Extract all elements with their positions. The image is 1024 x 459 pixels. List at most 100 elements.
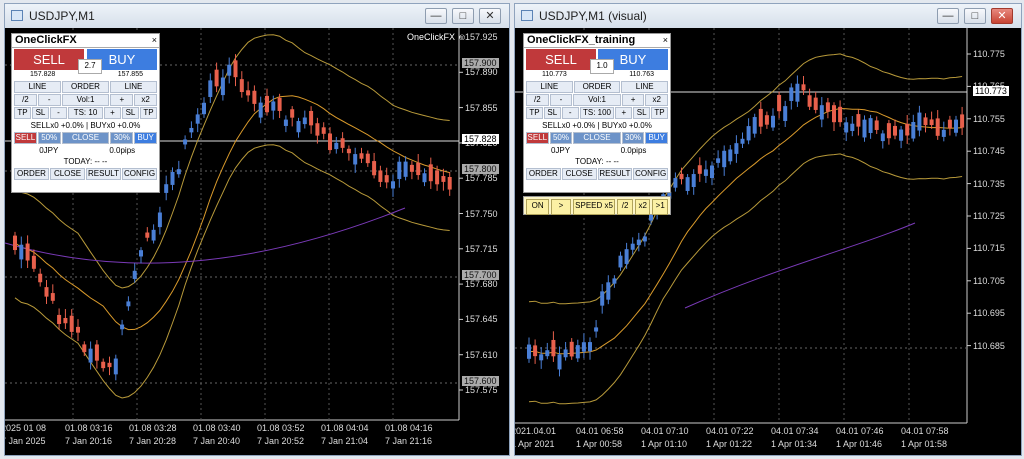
candle-body (905, 123, 910, 136)
minimize-button[interactable]: — (425, 8, 447, 24)
candle-body (309, 110, 314, 126)
sell-sl-button[interactable]: SL (543, 107, 561, 119)
buy-sl-button[interactable]: SL (122, 107, 139, 119)
close-sell-button[interactable]: SELL (14, 132, 37, 144)
time-label-bottom: 1 Apr 00:58 (576, 439, 623, 449)
close-buy-button[interactable]: BUY (134, 132, 158, 144)
order-tab[interactable]: ORDER (526, 168, 561, 180)
replay-on-button[interactable]: ON (526, 199, 550, 215)
close-30-button[interactable]: 30% (110, 132, 134, 144)
trailing-stop-field[interactable]: TS: 100 (579, 107, 615, 119)
slow-moving-average (5, 207, 406, 264)
panel-close-icon[interactable]: × (152, 34, 157, 47)
buy-line-button[interactable]: LINE (110, 81, 157, 93)
speed-one-button[interactable]: >1 (652, 199, 668, 215)
sell-button[interactable]: SELL (14, 49, 84, 70)
close-50-button[interactable]: 50% (37, 132, 61, 144)
close-button[interactable]: ✕ (991, 8, 1013, 24)
close-30-button[interactable]: 30% (621, 132, 645, 144)
close-buy-button[interactable]: BUY (645, 132, 668, 144)
close-all-button[interactable]: CLOSE (573, 132, 621, 144)
candle-body (271, 101, 276, 111)
candle-body (642, 236, 647, 242)
replay-step-button[interactable]: > (551, 199, 571, 215)
left-window-title: USDJPY,M1 (29, 9, 95, 23)
candle-body (328, 133, 332, 151)
speed-double-button[interactable]: x2 (634, 199, 651, 215)
result-tab[interactable]: RESULT (86, 168, 121, 180)
close-sell-button[interactable]: SELL (526, 132, 549, 144)
candle-body (581, 342, 586, 352)
order-tab[interactable]: ORDER (14, 168, 49, 180)
speed-half-button[interactable]: /2 (617, 199, 633, 215)
sell-line-button[interactable]: LINE (526, 81, 573, 93)
candle-body (315, 123, 320, 136)
left-price-chart[interactable]: OneClickFX ☺ 157.925 157.890 157.855 157.82… (5, 28, 509, 455)
candle-body (384, 175, 389, 183)
vol-plus-button[interactable]: + (621, 94, 645, 106)
price-level-label: 157.750 (465, 208, 498, 219)
candle-body (728, 149, 733, 162)
candle-body (164, 184, 169, 193)
order-button[interactable]: ORDER (62, 81, 109, 93)
candle-body (758, 108, 763, 127)
left-title-bar[interactable]: USDJPY,M1 — □ ✕ (5, 4, 509, 28)
vol-double-button[interactable]: x2 (645, 94, 668, 106)
close-tab[interactable]: CLOSE (561, 168, 597, 180)
vol-minus-button[interactable]: - (549, 94, 573, 106)
candle-body (208, 80, 213, 97)
candle-body (954, 119, 958, 133)
ts-plus-button[interactable]: + (104, 107, 121, 119)
sell-tp-button[interactable]: TP (14, 107, 31, 119)
time-label-top: 01.08 03:16 (65, 423, 113, 433)
panel-title: OneClickFX_training × (524, 34, 670, 48)
candle-body (447, 176, 452, 190)
config-tab[interactable]: CONFIG (122, 168, 157, 180)
time-label-bottom: 7 Jan 2025 (5, 436, 46, 446)
time-label-bottom: 1 Apr 01:58 (901, 439, 948, 449)
buy-tp-button[interactable]: TP (140, 107, 157, 119)
right-title-bar[interactable]: USDJPY,M1 (visual) — □ ✕ (515, 4, 1021, 28)
sell-sl-button[interactable]: SL (32, 107, 49, 119)
candle-body (691, 174, 696, 188)
ts-minus-button[interactable]: - (561, 107, 579, 119)
order-button[interactable]: ORDER (573, 81, 621, 93)
candle-body (359, 153, 364, 159)
vol-minus-button[interactable]: - (37, 94, 61, 106)
sell-tp-button[interactable]: TP (526, 107, 543, 119)
left-chart-window: USDJPY,M1 — □ ✕ OneClickFX ☺ 157.925 157.… (4, 3, 510, 456)
volume-field[interactable]: Vol:1 (573, 94, 621, 106)
result-tab[interactable]: RESULT (597, 168, 633, 180)
candle-body (862, 119, 867, 138)
vol-half-button[interactable]: /2 (526, 94, 549, 106)
buy-line-button[interactable]: LINE (621, 81, 669, 93)
ts-minus-button[interactable]: - (50, 107, 67, 119)
panel-close-icon[interactable]: × (663, 34, 668, 47)
sell-line-button[interactable]: LINE (14, 81, 61, 93)
ts-plus-button[interactable]: + (615, 107, 633, 119)
trailing-stop-field[interactable]: TS: 10 (68, 107, 103, 119)
vol-double-button[interactable]: x2 (134, 94, 158, 106)
candle-body (113, 358, 118, 375)
minimize-button[interactable]: — (937, 8, 959, 24)
buy-tp-button[interactable]: TP (651, 107, 668, 119)
vol-half-button[interactable]: /2 (14, 94, 37, 106)
close-button[interactable]: ✕ (479, 8, 501, 24)
right-price-chart[interactable]: 110.775110.765110.755110.745110.735110.7… (515, 28, 1021, 455)
candle-body (832, 105, 836, 123)
close-all-button[interactable]: CLOSE (61, 132, 110, 144)
maximize-button[interactable]: □ (452, 8, 474, 24)
time-label-bottom: 1 Apr 01:10 (641, 439, 688, 449)
candle-body (807, 95, 812, 107)
vol-plus-button[interactable]: + (110, 94, 134, 106)
maximize-button[interactable]: □ (964, 8, 986, 24)
close-50-button[interactable]: 50% (549, 132, 573, 144)
volume-field[interactable]: Vol:1 (61, 94, 110, 106)
sell-button[interactable]: SELL (526, 49, 596, 70)
candle-body (428, 164, 433, 182)
buy-sl-button[interactable]: SL (633, 107, 651, 119)
close-tab[interactable]: CLOSE (50, 168, 85, 180)
config-tab[interactable]: CONFIG (633, 168, 668, 180)
oneclick-training-panel: OneClickFX_training × SELL BUY 1.0 110.77… (523, 33, 671, 193)
time-label-top: 01.08 04:04 (321, 423, 369, 433)
